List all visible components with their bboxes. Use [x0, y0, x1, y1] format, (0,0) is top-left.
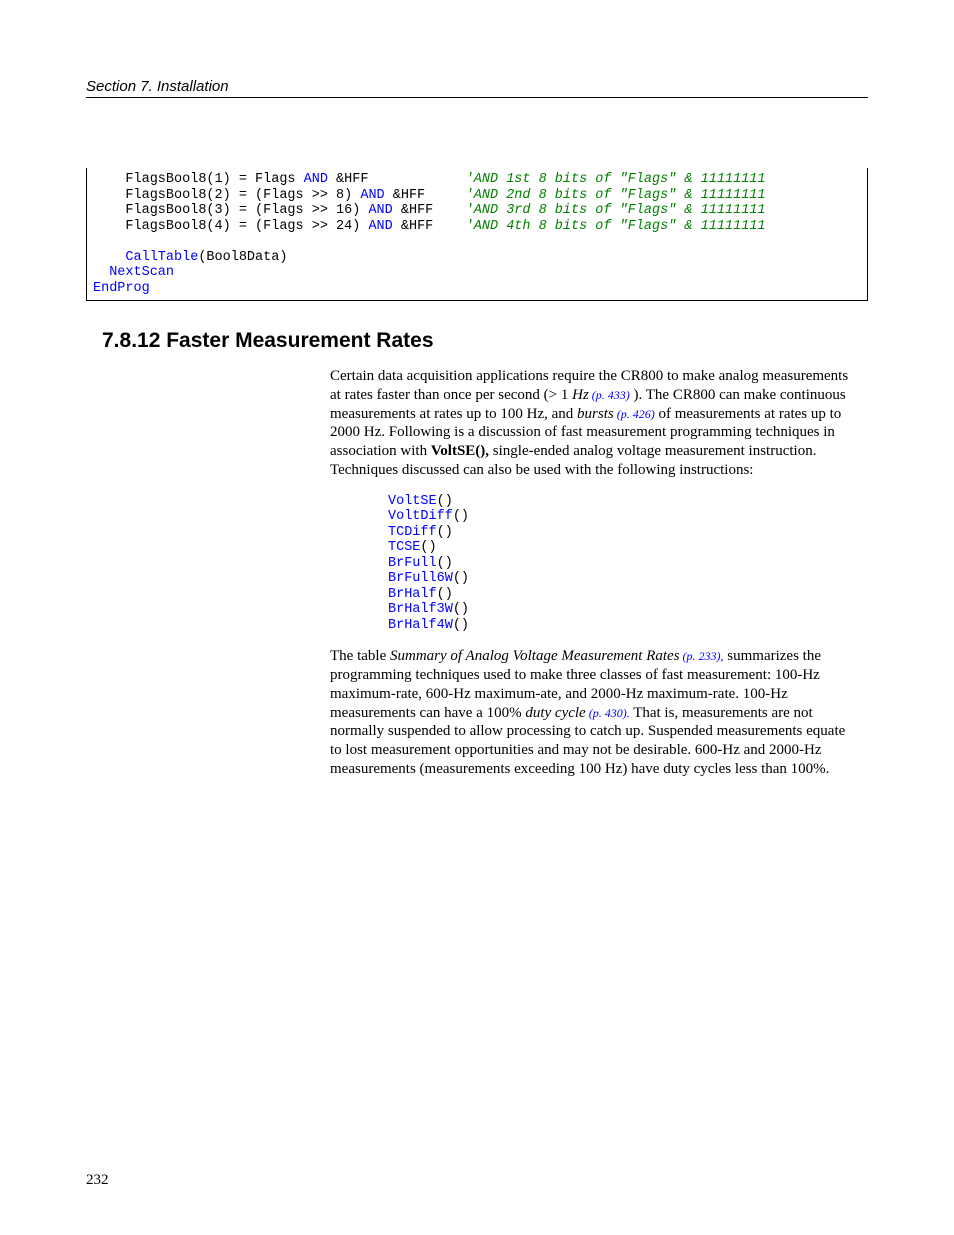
code-keyword: AND	[368, 203, 392, 218]
instruction-name: VoltDiff	[388, 509, 453, 524]
page-number: 232	[86, 1172, 109, 1189]
page-reference[interactable]: (p. 233),	[680, 649, 724, 663]
code-text: FlagsBool8(4) = (Flags >> 24)	[93, 219, 368, 234]
code-text: (Bool8Data)	[198, 250, 287, 265]
code-text: &HFF	[385, 188, 466, 203]
instruction-name: BrHalf3W	[388, 602, 453, 617]
page-reference[interactable]: (p. 430).	[586, 706, 630, 720]
code-keyword: AND	[368, 219, 392, 234]
bold-term: VoltSE(),	[431, 443, 489, 459]
code-comment: 'AND 4th 8 bits of "Flags" & 11111111	[466, 219, 766, 234]
code-keyword: AND	[304, 172, 328, 187]
code-comment: 'AND 1st 8 bits of "Flags" & 11111111	[466, 172, 766, 187]
instruction-name: BrFull	[388, 556, 437, 571]
page-reference[interactable]: (p. 433)	[589, 388, 630, 402]
italic-term: bursts	[577, 406, 614, 422]
instruction-name: VoltSE	[388, 494, 437, 509]
code-keyword: EndProg	[93, 281, 150, 296]
instruction-suffix: ()	[437, 587, 453, 602]
code-keyword: CallTable	[125, 250, 198, 265]
code-keyword: NextScan	[93, 265, 174, 280]
instruction-name: BrHalf4W	[388, 618, 453, 633]
instruction-suffix: ()	[453, 602, 469, 617]
code-text: FlagsBool8(2) = (Flags >> 8)	[93, 188, 360, 203]
instruction-suffix: ()	[437, 525, 453, 540]
instruction-suffix: ()	[453, 509, 469, 524]
code-text: &HFF	[393, 219, 466, 234]
instruction-name: BrHalf	[388, 587, 437, 602]
instruction-name: TCDiff	[388, 525, 437, 540]
text: The table	[330, 648, 390, 664]
paragraph: Certain data acquisition applications re…	[330, 367, 858, 480]
page-reference[interactable]: (p. 426)	[614, 407, 655, 421]
italic-term: duty cycle	[525, 705, 585, 721]
code-comment: 'AND 2nd 8 bits of "Flags" & 11111111	[466, 188, 766, 203]
code-comment: 'AND 3rd 8 bits of "Flags" & 11111111	[466, 203, 766, 218]
italic-term: Hz	[572, 387, 589, 403]
instruction-suffix: ()	[437, 494, 453, 509]
instruction-name: BrFull6W	[388, 571, 453, 586]
instruction-list: VoltSE() VoltDiff() TCDiff() TCSE() BrFu…	[388, 494, 858, 634]
code-text: &HFF	[328, 172, 466, 187]
italic-term: Summary of Analog Voltage Measurement Ra…	[390, 648, 680, 664]
instruction-name: TCSE	[388, 540, 420, 555]
instruction-suffix: ()	[437, 556, 453, 571]
section-heading: 7.8.12 Faster Measurement Rates	[102, 329, 868, 353]
instruction-suffix: ()	[453, 618, 469, 633]
running-header: Section 7. Installation	[86, 78, 868, 98]
code-text	[93, 250, 125, 265]
code-text: &HFF	[393, 203, 466, 218]
code-blank	[93, 234, 101, 249]
code-listing: FlagsBool8(1) = Flags AND &HFF 'AND 1st …	[86, 168, 868, 301]
instruction-suffix: ()	[453, 571, 469, 586]
code-text: FlagsBool8(1) = Flags	[93, 172, 304, 187]
instruction-suffix: ()	[420, 540, 436, 555]
code-text: FlagsBool8(3) = (Flags >> 16)	[93, 203, 368, 218]
code-keyword: AND	[360, 188, 384, 203]
paragraph: The table Summary of Analog Voltage Meas…	[330, 647, 858, 778]
